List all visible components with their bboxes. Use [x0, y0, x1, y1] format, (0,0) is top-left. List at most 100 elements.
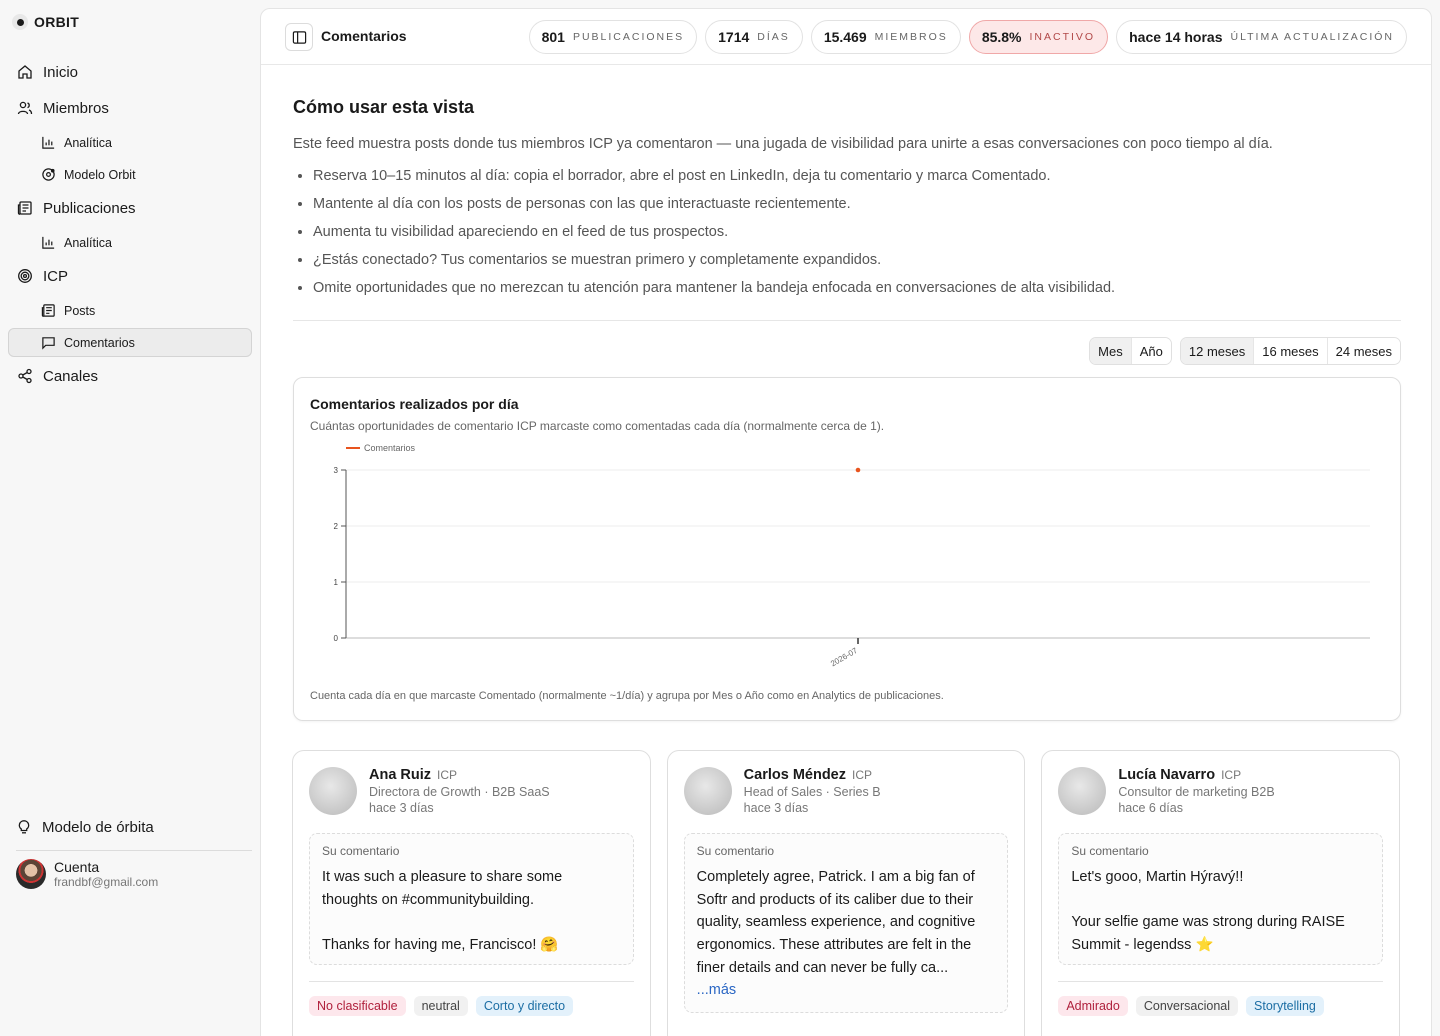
- account-name: Cuenta: [54, 859, 100, 875]
- howto-bullet: ¿Estás conectado? Tus comentarios se mue…: [313, 252, 1401, 268]
- stat-dias: 1714 DÍAS: [705, 20, 803, 54]
- comment-text: It was such a pleasure to share some tho…: [322, 869, 563, 954]
- page-title: Comentarios: [321, 28, 407, 44]
- comment-time: hace 3 días: [743, 801, 809, 815]
- comment-text: Let's gooo, Martin Hýravý!! Your selfie …: [1071, 869, 1345, 954]
- sidebar-item-inicio[interactable]: Inicio: [8, 56, 252, 88]
- member-name[interactable]: Lucía Navarro: [1118, 767, 1215, 783]
- stats-bar: 801 PUBLICACIONES 1714 DÍAS 15.469 MIEMBROS…: [528, 20, 1407, 54]
- chart-subtitle: Cuántas oportunidades de comentario ICP …: [310, 419, 885, 433]
- y-tick-label: 2: [334, 522, 339, 531]
- range-24-button[interactable]: 24 meses: [1327, 338, 1400, 364]
- account-menu[interactable]: Cuenta frandbf@gmail.com: [8, 859, 252, 889]
- comment-label: Su comentario: [1071, 844, 1149, 858]
- range-toggle: 12 meses 16 meses 24 meses: [1179, 337, 1401, 365]
- lightbulb-icon: [18, 820, 30, 834]
- granularity-mes-button[interactable]: Mes: [1090, 338, 1132, 364]
- sidebar-item-miembros[interactable]: Miembros: [8, 92, 252, 124]
- brand-name: ORBIT: [34, 14, 80, 30]
- range-16-button[interactable]: 16 meses: [1254, 338, 1328, 364]
- comment-time: hace 6 días: [1118, 801, 1183, 815]
- icp-tag: ICP: [852, 768, 873, 782]
- comment-box: Su comentario It was such a pleasure to …: [309, 833, 634, 965]
- howto-bullet: Omite oportunidades que no merezcan tu a…: [313, 280, 1401, 296]
- stat-ultima-actualizacion: hace 14 horas ÚLTIMA ACTUALIZACIÓN: [1116, 20, 1407, 54]
- howto-bullet: Reserva 10–15 minutos al día: copia el b…: [313, 168, 1401, 184]
- comment-time: hace 3 días: [369, 801, 434, 815]
- comment-box: Su comentario Let's gooo, Martin Hýravý!…: [1058, 833, 1384, 965]
- brand-logo[interactable]: ORBIT: [12, 14, 79, 30]
- sidebar: ORBIT Inicio Miembros Analítica Modelo O…: [0, 0, 260, 1036]
- account-email: frandbf@gmail.com: [54, 875, 159, 889]
- howto-description: Este feed muestra posts donde tus miembr…: [293, 136, 1273, 152]
- newspaper-icon: [41, 304, 55, 317]
- stat-inactivo: 85.8% INACTIVO: [968, 20, 1109, 54]
- sidebar-nav: Inicio Miembros Analítica Modelo Orbit P…: [8, 56, 252, 396]
- x-tick-label: 2026-07: [829, 646, 859, 669]
- comment-text: Completely agree, Patrick. I am a big fa…: [696, 869, 976, 976]
- chip: Corto y directo: [475, 996, 574, 1016]
- range-12-button[interactable]: 12 meses: [1180, 338, 1255, 364]
- bar-chart-icon: [42, 136, 55, 149]
- chip: No clasificable: [309, 996, 406, 1016]
- granularity-ano-button[interactable]: Año: [1131, 338, 1171, 364]
- show-more-link[interactable]: ...más: [697, 982, 996, 998]
- card-header: Lucía Navarro ICP Consultor de marketing …: [1058, 767, 1383, 815]
- card-header: Ana Ruiz ICP Directora de Growth · B2B Sa…: [309, 767, 634, 815]
- sidebar-item-miembros-analitica[interactable]: Analítica: [8, 128, 252, 157]
- sidebar-panel-icon: [292, 30, 306, 44]
- sidebar-item-publicaciones-analitica[interactable]: Analítica: [8, 228, 252, 257]
- member-avatar: [309, 767, 357, 815]
- member-name[interactable]: Carlos Méndez: [744, 767, 846, 783]
- y-tick-label: 0: [334, 634, 339, 643]
- member-role: Consultor de marketing B2B: [1118, 785, 1275, 799]
- comment-label: Su comentario: [322, 844, 400, 858]
- chart-controls: Mes Año 12 meses 16 meses 24 meses: [293, 337, 1401, 365]
- toggle-sidebar-button[interactable]: [285, 23, 313, 51]
- sidebar-item-comentarios[interactable]: Comentarios: [8, 328, 252, 357]
- card-divider: [1058, 981, 1384, 982]
- orbit-logo-icon: [12, 14, 28, 30]
- comment-box: Su comentario Completely agree, Patrick.…: [683, 833, 1009, 1013]
- share-nodes-icon: [18, 368, 32, 384]
- sidebar-item-icp[interactable]: ICP: [8, 260, 252, 292]
- data-point: [855, 467, 861, 473]
- comments-chart: Comentarios 0 1 2 3 2026-07: [334, 443, 1370, 669]
- y-tick-label: 3: [334, 466, 339, 475]
- sidebar-footer: Modelo de órbita Cuenta frandbf@gmail.co…: [8, 812, 252, 889]
- sidebar-divider: [16, 850, 252, 851]
- newspaper-icon: [17, 201, 32, 215]
- sidebar-item-publicaciones[interactable]: Publicaciones: [8, 192, 252, 224]
- legend-label: Comentarios: [364, 443, 416, 453]
- member-role: Head of Sales · Series B: [743, 785, 881, 799]
- howto-bullet: Mantente al día con los posts de persona…: [313, 196, 1401, 212]
- users-icon: [17, 101, 33, 115]
- member-avatar: [683, 767, 732, 815]
- comments-chart-card: Comentarios realizados por día Cuántas o…: [293, 377, 1401, 721]
- section-divider: [293, 320, 1401, 321]
- card-divider: [309, 981, 634, 982]
- chart-title: Comentarios realizados por día: [310, 396, 519, 412]
- bar-chart-icon: [42, 236, 55, 249]
- orbit-icon: [42, 168, 55, 181]
- sidebar-item-posts[interactable]: Posts: [8, 296, 252, 325]
- sidebar-item-modelo-orbit[interactable]: Modelo Orbit: [8, 160, 252, 189]
- comment-label: Su comentario: [696, 844, 775, 858]
- chart-footnote: Cuenta cada día en que marcaste Comentad…: [310, 690, 944, 702]
- chip-row: Admirado Conversacional Storytelling: [1058, 996, 1383, 1016]
- modelo-orbita-link[interactable]: Modelo de órbita: [8, 812, 252, 842]
- user-avatar: [16, 859, 46, 889]
- chip: neutral: [413, 996, 468, 1016]
- howto-bullet: Aumenta tu visibilidad apareciendo en el…: [313, 224, 1401, 240]
- comment-card: Carlos Méndez ICP Head of Sales · Series …: [666, 750, 1026, 1036]
- member-name[interactable]: Ana Ruiz: [369, 767, 431, 783]
- icp-tag: ICP: [437, 768, 458, 782]
- stat-publicaciones: 801 PUBLICACIONES: [528, 20, 698, 54]
- sidebar-item-canales[interactable]: Canales: [8, 360, 252, 392]
- comment-card: Ana Ruiz ICP Directora de Growth · B2B Sa…: [292, 750, 651, 1036]
- card-header: Carlos Méndez ICP Head of Sales · Series …: [683, 767, 1009, 815]
- chip: Storytelling: [1246, 996, 1324, 1016]
- y-tick-label: 1: [334, 578, 339, 587]
- message-square-icon: [42, 337, 55, 350]
- comment-cards: Ana Ruiz ICP Directora de Growth · B2B Sa…: [292, 750, 1401, 1036]
